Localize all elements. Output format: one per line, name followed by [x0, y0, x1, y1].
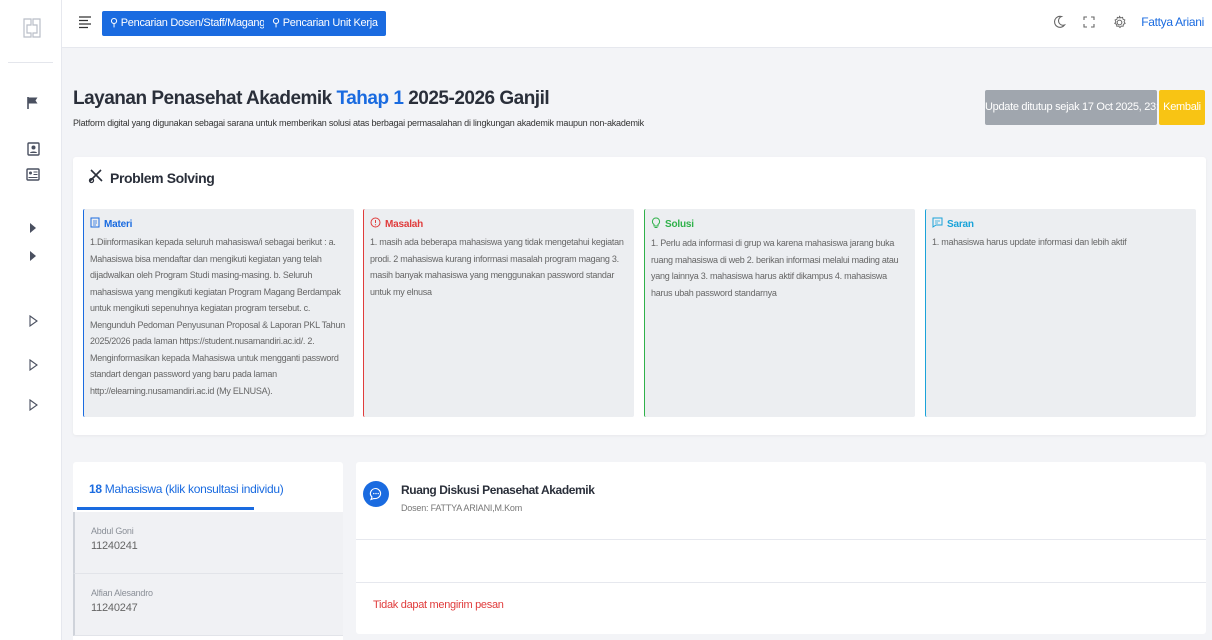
students-panel: 18 Mahasiswa (klik konsultasi individu) … — [73, 462, 343, 640]
active-tab-indicator — [77, 507, 254, 510]
discussion-title: Ruang Diskusi Penasehat Akademik — [401, 483, 595, 497]
students-list: Abdul Goni 11240241 Alfian Alesandro 112… — [73, 512, 343, 636]
materi-label: Materi — [104, 218, 133, 230]
back-button[interactable]: Kembali — [1159, 90, 1205, 125]
divider — [356, 539, 1206, 540]
caret-right-outline-icon[interactable] — [26, 314, 40, 328]
masalah-label: Masalah — [385, 218, 424, 230]
search-icon: ⚲ — [110, 17, 118, 29]
alert-circle-icon — [370, 217, 381, 231]
saran-label: Saran — [947, 218, 974, 230]
student-nim: 11240241 — [91, 540, 138, 552]
send-error-message: Tidak dapat mengirim pesan — [373, 599, 504, 611]
masalah-text: 1. masih ada beberapa mahasiswa yang tid… — [370, 237, 624, 297]
moon-icon[interactable] — [1051, 14, 1067, 30]
search-unit-label: Pencarian Unit Kerja — [282, 17, 378, 29]
menu-icon[interactable] — [78, 15, 92, 29]
search-staff-label: Pencarian Dosen/Staff/Magang — [120, 17, 266, 29]
search-icon: ⚲ — [272, 17, 280, 29]
page-title-stage: Tahap 1 — [336, 88, 404, 109]
problem-solving-label: Problem Solving — [110, 169, 215, 186]
student-name: Abdul Goni — [91, 526, 134, 536]
flag-icon[interactable] — [26, 96, 40, 110]
solusi-box: Solusi 1. Perlu ada informasi di grup wa… — [644, 209, 915, 417]
tools-icon — [88, 168, 104, 187]
tab-students[interactable]: 18 Mahasiswa (klik konsultasi individu) — [89, 482, 284, 496]
list-item[interactable]: Abdul Goni 11240241 — [73, 512, 343, 574]
saran-text: 1. mahasiswa harus update informasi dan … — [932, 237, 1127, 247]
discussion-panel: Ruang Diskusi Penasehat Akademik Dosen: … — [356, 462, 1206, 634]
students-count: 18 — [89, 482, 102, 496]
page-subtitle: Platform digital yang digunakan sebagai … — [73, 118, 644, 128]
materi-box: Materi 1.Diinformasikan kepada seluruh m… — [83, 209, 354, 417]
app-logo-icon[interactable] — [22, 17, 42, 39]
sidebar-divider — [8, 62, 53, 63]
chat-bubble-icon — [363, 481, 389, 507]
search-staff-button[interactable]: ⚲ Pencarian Dosen/Staff/Magang — [102, 11, 274, 36]
materi-header: Materi — [90, 217, 348, 231]
page-title-prefix: Layanan Penasehat Akademik — [73, 88, 332, 109]
masalah-box: Masalah 1. masih ada beberapa mahasiswa … — [363, 209, 634, 417]
solusi-text: 1. Perlu ada informasi di grup wa karena… — [651, 238, 899, 298]
settings-icon[interactable] — [1111, 14, 1127, 30]
sidebar — [0, 0, 62, 640]
problem-solving-card: Problem Solving Materi 1.Diinformasikan … — [73, 157, 1206, 435]
caret-right-outline-icon[interactable] — [26, 358, 40, 372]
update-closed-button[interactable]: Update ditutup sejak 17 Oct 2025, 23:59 — [985, 90, 1171, 125]
problem-solving-title: Problem Solving — [88, 168, 215, 187]
students-tab-label: Mahasiswa (klik konsultasi individu) — [104, 482, 284, 496]
id-card-icon[interactable] — [26, 142, 40, 156]
document-icon — [90, 217, 100, 231]
student-name: Alfian Alesandro — [91, 588, 153, 598]
saran-header: Saran — [932, 217, 1190, 231]
caret-right-icon[interactable] — [26, 221, 40, 235]
search-unit-button[interactable]: ⚲ Pencarian Unit Kerja — [264, 11, 386, 36]
list-item[interactable]: Alfian Alesandro 11240247 — [73, 574, 343, 636]
divider — [356, 582, 1206, 583]
page-title: Layanan Penasehat Akademik Tahap 1 2025-… — [73, 88, 550, 110]
solusi-label: Solusi — [665, 219, 694, 230]
masalah-header: Masalah — [370, 217, 628, 231]
top-bar: ⚲ Pencarian Dosen/Staff/Magang ⚲ Pencarian… — [62, 0, 1212, 48]
contact-card-icon[interactable] — [26, 167, 40, 181]
solusi-header: Solusi — [651, 217, 909, 232]
caret-right-outline-icon[interactable] — [26, 398, 40, 412]
caret-right-icon[interactable] — [26, 249, 40, 263]
fullscreen-icon[interactable] — [1081, 14, 1097, 30]
materi-text: 1.Diinformasikan kepada seluruh mahasisw… — [90, 237, 345, 396]
page-title-suffix: 2025-2026 Ganjil — [408, 88, 550, 109]
user-name[interactable]: Fattya Ariani — [1141, 15, 1204, 29]
student-nim: 11240247 — [91, 602, 138, 614]
saran-box: Saran 1. mahasiswa harus update informas… — [925, 209, 1196, 417]
lightbulb-icon — [651, 217, 661, 232]
discussion-dosen: Dosen: FATTYA ARIANI,M.Kom — [401, 503, 523, 513]
chat-icon — [932, 217, 943, 231]
